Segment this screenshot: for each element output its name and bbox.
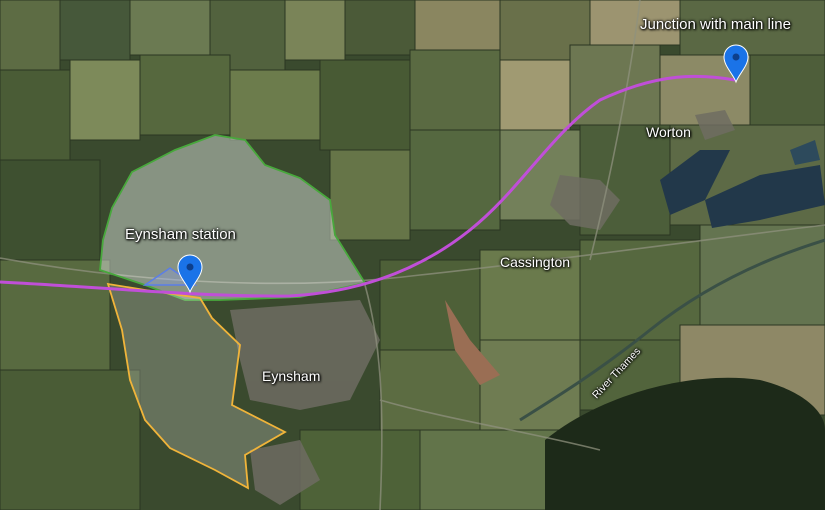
- label-cassington: Cassington: [500, 254, 571, 270]
- label-junction: Junction with main line: [640, 16, 791, 33]
- map-canvas: [0, 0, 825, 510]
- label-eynsham-station: Eynsham station: [125, 226, 236, 243]
- label-eynsham: Eynsham: [262, 368, 321, 384]
- label-worton: Worton: [646, 124, 691, 140]
- satellite-map[interactable]: Eynsham station Junction with main line …: [0, 0, 825, 510]
